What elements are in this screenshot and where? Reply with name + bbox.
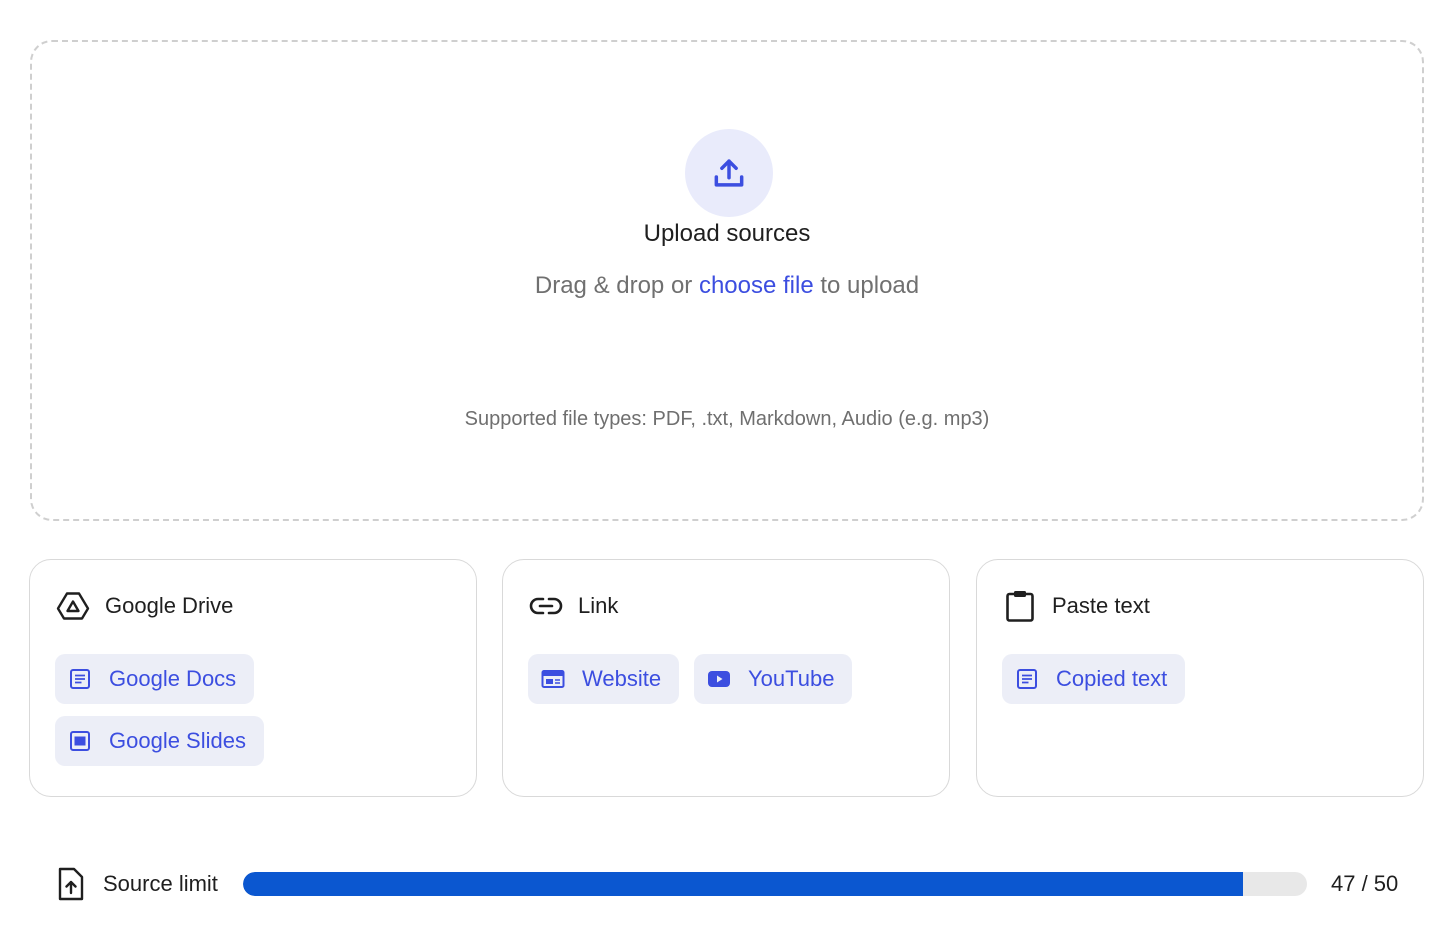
website-button[interactable]: Website [528, 654, 680, 704]
text-doc-icon [1014, 666, 1040, 692]
link-header: Link [528, 588, 618, 624]
paste-text-card: Paste text Copied text [976, 559, 1424, 797]
google-docs-button[interactable]: Google Docs [55, 654, 255, 704]
source-limit-count: 47 / 50 [1331, 871, 1399, 896]
upload-instructions: Drag & drop or choose file to upload [32, 272, 1422, 300]
google-drive-card: Google Drive Google Docs Google Slides [29, 559, 477, 797]
source-file-icon [58, 867, 84, 901]
supported-file-types: Supported file types: PDF, .txt, Markdow… [464, 408, 990, 430]
google-drive-title: Google Drive [105, 593, 234, 618]
google-docs-label: Google Docs [109, 666, 237, 691]
source-limit-progress [243, 872, 1307, 896]
copied-text-label: Copied text [1056, 666, 1168, 691]
upload-button[interactable] [685, 129, 773, 217]
link-card: Link Website YouTube [502, 559, 950, 797]
website-icon [540, 666, 566, 692]
slides-icon [67, 728, 93, 754]
upload-instructions-suffix: to upload [813, 272, 920, 299]
choose-file-link[interactable]: choose file [699, 272, 814, 299]
source-limit-label: Source limit [103, 871, 218, 896]
docs-icon [67, 666, 93, 692]
website-label: Website [582, 666, 662, 691]
upload-title: Upload sources [643, 220, 811, 247]
youtube-icon [706, 666, 732, 692]
paste-text-header: Paste text [1002, 588, 1150, 624]
upload-instructions-prefix: Drag & drop or [534, 272, 699, 299]
upload-dropzone[interactable]: Upload sources Drag & drop or choose fil… [30, 40, 1424, 521]
google-slides-label: Google Slides [109, 728, 246, 753]
paste-text-title: Paste text [1052, 593, 1150, 618]
upload-icon [714, 159, 744, 187]
source-limit-progress-fill [243, 872, 1244, 896]
youtube-button[interactable]: YouTube [694, 654, 853, 704]
link-icon [528, 588, 564, 624]
clipboard-icon [1002, 588, 1038, 624]
google-drive-icon [55, 588, 91, 624]
youtube-label: YouTube [748, 666, 835, 691]
link-title: Link [578, 593, 619, 618]
google-slides-button[interactable]: Google Slides [55, 716, 264, 766]
copied-text-button[interactable]: Copied text [1002, 654, 1186, 704]
google-drive-header: Google Drive [55, 588, 233, 624]
